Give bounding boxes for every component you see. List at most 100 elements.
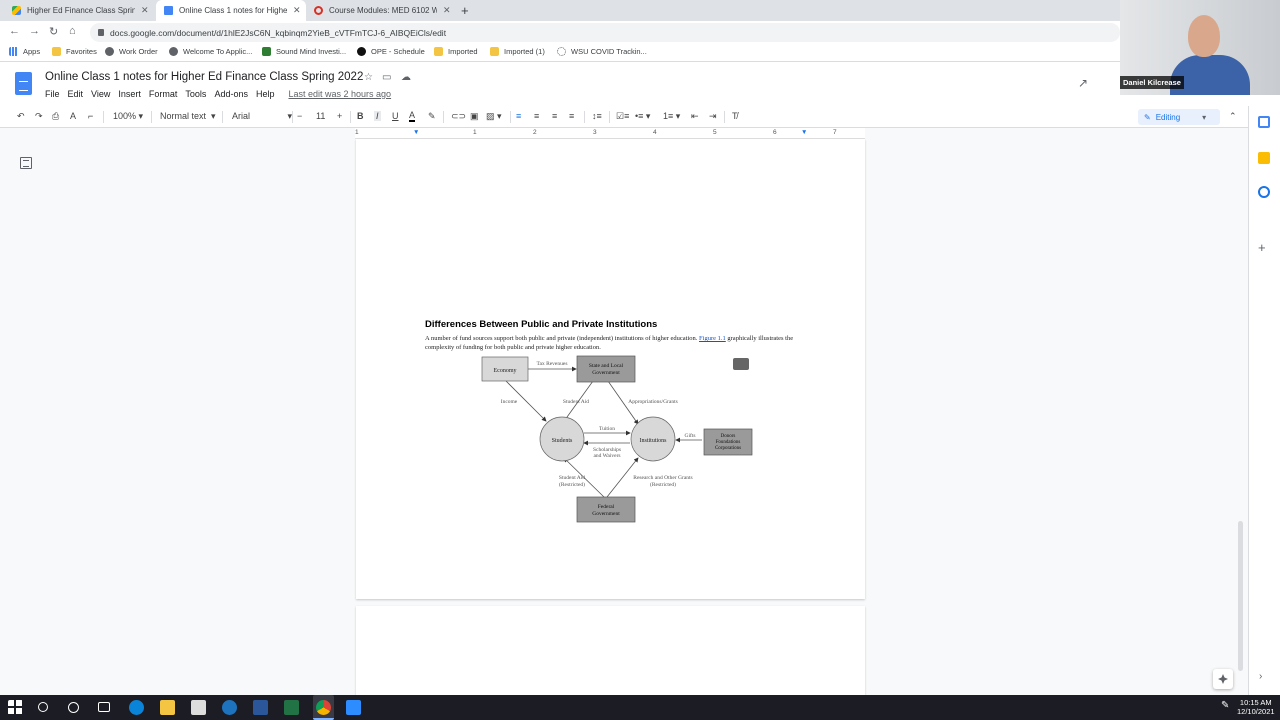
- document-page[interactable]: Differences Between Public and Private I…: [356, 139, 865, 599]
- decrease-indent-icon[interactable]: ⇤: [691, 111, 699, 122]
- keep-icon[interactable]: [1258, 152, 1270, 164]
- underline-icon[interactable]: U: [392, 111, 399, 121]
- url-input[interactable]: docs.google.com/document/d/1hlE2JsC6N_kq…: [90, 23, 1120, 42]
- section-heading[interactable]: Differences Between Public and Private I…: [425, 319, 657, 330]
- body-paragraph[interactable]: A number of fund sources support both pu…: [425, 335, 797, 352]
- bookmark-ope-schedule[interactable]: OPE - Schedule: [357, 47, 425, 56]
- document-page[interactable]: [356, 606, 865, 706]
- internet-explorer-icon[interactable]: [222, 700, 237, 715]
- line-spacing-icon[interactable]: ↕≡: [592, 111, 602, 121]
- clear-formatting-icon[interactable]: T̸: [732, 111, 738, 121]
- new-tab-icon[interactable]: +: [461, 3, 469, 18]
- bold-icon[interactable]: B: [357, 111, 364, 121]
- insert-image-icon[interactable]: ▨ ▾: [486, 111, 502, 122]
- activity-trend-icon[interactable]: ↗: [1078, 76, 1088, 90]
- left-indent-marker[interactable]: ▼: [413, 129, 419, 136]
- task-view-icon[interactable]: [98, 702, 110, 712]
- bookmark-apps[interactable]: Apps: [9, 47, 40, 56]
- bookmark-wsu-covid[interactable]: WSU COVID Trackin...: [557, 47, 647, 56]
- ruler[interactable]: 1 ▼ 1 2 3 4 5 6 ▼ 7: [355, 128, 865, 139]
- word-icon[interactable]: [253, 700, 268, 715]
- right-indent-marker[interactable]: ▼: [801, 129, 807, 136]
- menu-insert[interactable]: Insert: [118, 89, 141, 99]
- bookmark-sound-mind[interactable]: Sound Mind Investi...: [262, 47, 346, 56]
- zoom-select[interactable]: 100% ▾: [113, 111, 143, 122]
- explore-icon[interactable]: [1213, 669, 1233, 689]
- close-icon[interactable]: ✕: [293, 5, 301, 16]
- bookmark-imported-1[interactable]: Imported (1): [490, 47, 545, 56]
- paint-format-icon[interactable]: ⌐: [88, 111, 93, 121]
- bookmark-work-order[interactable]: Work Order: [105, 47, 158, 56]
- image-options-icon[interactable]: [733, 358, 749, 370]
- document-title[interactable]: Online Class 1 notes for Higher Ed Finan…: [45, 71, 363, 83]
- italic-icon[interactable]: I: [374, 111, 381, 121]
- cloud-saved-icon[interactable]: ☁: [401, 72, 411, 83]
- funding-flow-figure[interactable]: Economy State and Local Government Stude…: [476, 352, 776, 527]
- home-icon[interactable]: ⌂: [69, 25, 76, 37]
- bookmark-imported[interactable]: Imported: [434, 47, 478, 56]
- tab-finance-class[interactable]: Higher Ed Finance Class Spring 2022 ✕: [4, 0, 154, 21]
- collapse-menus-icon[interactable]: ⌃: [1229, 111, 1237, 122]
- tab-course-modules[interactable]: Course Modules: MED 6102 WSU ✕: [306, 0, 456, 21]
- text-color-icon[interactable]: A: [409, 111, 416, 122]
- tasks-icon[interactable]: [1258, 186, 1270, 198]
- highlight-icon[interactable]: ✎: [428, 111, 436, 122]
- expand-panel-icon[interactable]: ›: [1259, 671, 1262, 682]
- font-size-increase-icon[interactable]: +: [337, 111, 342, 121]
- edge-icon[interactable]: [129, 700, 144, 715]
- comment-icon[interactable]: ▣: [470, 111, 479, 122]
- zoom-icon[interactable]: [346, 700, 361, 715]
- close-icon[interactable]: ✕: [443, 5, 451, 16]
- menu-edit[interactable]: Edit: [68, 89, 84, 99]
- system-clock[interactable]: 10:15 AM 12/10/2021: [1237, 698, 1275, 716]
- justify-icon[interactable]: ≡: [569, 111, 574, 121]
- forward-icon[interactable]: →: [29, 25, 40, 37]
- menu-file[interactable]: File: [45, 89, 60, 99]
- last-edit-link[interactable]: Last edit was 2 hours ago: [288, 89, 391, 99]
- star-icon[interactable]: ☆: [364, 72, 373, 83]
- document-outline-icon[interactable]: [20, 157, 32, 169]
- excel-icon[interactable]: [284, 700, 299, 715]
- bookmark-welcome[interactable]: Welcome To Applic...: [169, 47, 252, 56]
- font-size-decrease-icon[interactable]: −: [297, 111, 302, 121]
- file-explorer-icon[interactable]: [160, 700, 175, 715]
- font-select[interactable]: Arial ▾: [232, 111, 292, 122]
- search-icon[interactable]: [38, 702, 48, 712]
- move-folder-icon[interactable]: ▭: [382, 72, 391, 83]
- tab-class-notes[interactable]: Online Class 1 notes for Higher Ed ✕: [156, 0, 306, 21]
- spellcheck-icon[interactable]: A: [70, 111, 76, 121]
- vertical-scrollbar[interactable]: [1238, 521, 1243, 671]
- print-icon[interactable]: ⎙: [52, 111, 59, 122]
- font-size-input[interactable]: 11: [316, 111, 325, 121]
- calendar-icon[interactable]: [1258, 116, 1270, 128]
- chrome-taskbar-button[interactable]: [313, 695, 334, 720]
- store-icon[interactable]: [191, 700, 206, 715]
- link-icon[interactable]: ⊂⊃: [451, 111, 466, 122]
- menu-format[interactable]: Format: [149, 89, 178, 99]
- menu-addons[interactable]: Add-ons: [214, 89, 248, 99]
- pen-icon[interactable]: ✎: [1221, 700, 1236, 715]
- start-icon[interactable]: [8, 700, 23, 715]
- bookmark-favorites[interactable]: Favorites: [52, 47, 97, 56]
- style-select[interactable]: Normal text ▾: [160, 111, 216, 122]
- cortana-icon[interactable]: [68, 702, 79, 713]
- menu-view[interactable]: View: [91, 89, 110, 99]
- editing-mode-button[interactable]: ✎ Editing ▾: [1138, 109, 1220, 125]
- redo-icon[interactable]: ↷: [35, 111, 43, 122]
- align-right-icon[interactable]: ≡: [552, 111, 557, 121]
- reload-icon[interactable]: ↻: [49, 25, 58, 38]
- bulleted-list-icon[interactable]: •≡ ▾: [635, 111, 650, 122]
- docs-logo-icon[interactable]: [15, 72, 32, 95]
- checklist-icon[interactable]: ☑≡: [616, 111, 629, 122]
- undo-icon[interactable]: ↶: [17, 111, 25, 122]
- menu-help[interactable]: Help: [256, 89, 275, 99]
- figure-link[interactable]: Figure 1.1: [699, 335, 726, 342]
- close-icon[interactable]: ✕: [141, 5, 149, 16]
- add-addon-icon[interactable]: +: [1258, 240, 1266, 255]
- align-center-icon[interactable]: ≡: [534, 111, 539, 121]
- back-icon[interactable]: ←: [9, 25, 20, 37]
- numbered-list-icon[interactable]: 1≡ ▾: [663, 111, 680, 122]
- increase-indent-icon[interactable]: ⇥: [709, 111, 717, 122]
- align-left-icon[interactable]: ≡: [516, 111, 521, 121]
- menu-tools[interactable]: Tools: [185, 89, 206, 99]
